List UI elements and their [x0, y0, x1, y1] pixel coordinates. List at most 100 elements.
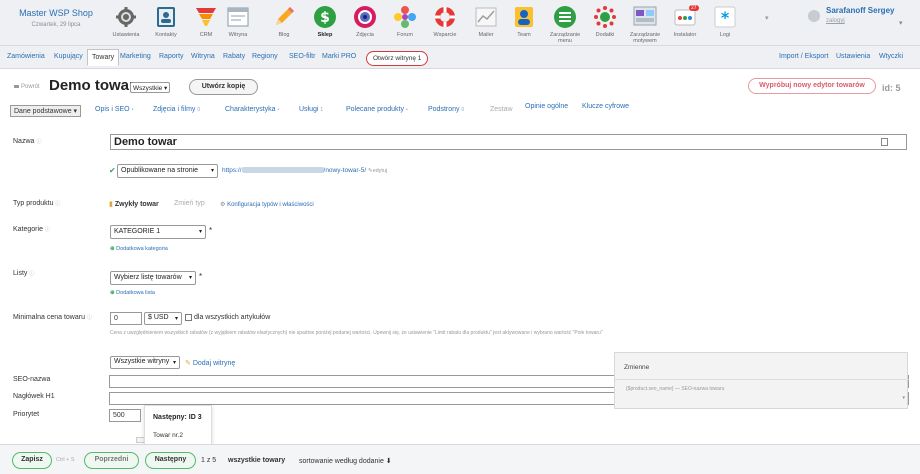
nav-regiony[interactable]: Regiony [252, 53, 278, 60]
sort-text[interactable]: sortowanie według dodanie ⬇ [299, 457, 392, 465]
scroll-down-icon[interactable]: ▾ [902, 395, 905, 401]
more-tools-chevron-icon[interactable]: ▾ [765, 14, 769, 22]
type-config-link[interactable]: ⚙ Konfiguracja typów i właściwości [220, 201, 314, 208]
open-store-button[interactable]: Otwórz witrynę 1 [366, 51, 429, 66]
tab-label: Zdjęcia i filmy [153, 106, 196, 113]
add-list-link[interactable]: ⊕ Dodatkowa lista [110, 290, 155, 296]
add-category-link[interactable]: ⊕ Dodatkowa kategoria [110, 246, 168, 252]
avatar[interactable] [808, 10, 820, 22]
tab-count: • [131, 107, 134, 113]
save-shortcut: Ctrl + S [56, 457, 75, 463]
tool-zarzadzanie-motywem[interactable]: Zarządzanie motywem [623, 4, 667, 44]
tool-label: Team [517, 32, 531, 38]
priority-value: 500 [113, 412, 125, 419]
variable-row[interactable]: {$product.seo_name} — SEO-nazwa towaru [626, 386, 724, 392]
shop-brand[interactable]: Master WSP Shop Czwartek, 29 lipca [18, 8, 94, 28]
tab-zdjecia[interactable]: Zdjęcia i filmy 0 [153, 106, 200, 113]
nav-towary[interactable]: Towary [87, 49, 120, 66]
category-select[interactable]: KATEGORIE 1 ▾ [110, 225, 206, 239]
next-button[interactable]: Następny [145, 452, 196, 469]
currency-select[interactable]: $ USD ▾ [144, 312, 182, 325]
nav-zamowienia[interactable]: Zamówienia [7, 53, 45, 60]
tool-wsparcie[interactable]: Wsparcie [423, 4, 467, 38]
edit-url-link[interactable]: ✎edytuj [368, 168, 387, 174]
storefront-scope-select[interactable]: Wszystkie ▾ [130, 82, 171, 93]
tab-label: Podstrony [428, 106, 460, 113]
shop-name[interactable]: Master WSP Shop [18, 8, 94, 18]
nav-wtyczki[interactable]: Wtyczki [879, 53, 903, 60]
tool-kontakty[interactable]: Kontakty [144, 4, 188, 38]
tool-label: Ustawienia [112, 32, 140, 38]
nav-marki-pro[interactable]: Marki PRO [322, 53, 356, 60]
tool-ustawienia[interactable]: Ustawienia [104, 4, 148, 38]
tab-klucze[interactable]: Klucze cyfrowe [582, 103, 629, 110]
priority-input[interactable]: 500 [109, 409, 141, 422]
tool-witryna[interactable]: Witryna [216, 4, 260, 38]
current-date: Czwartek, 29 lipca [31, 22, 81, 28]
publish-status-select[interactable]: Opublikowane na stronie ▾ [117, 164, 218, 178]
nav-kupujacy[interactable]: Kupujący [54, 53, 83, 60]
add-storefront-link[interactable]: ✎ Dodaj witrynę [185, 359, 235, 367]
nav-import-export[interactable]: Import / Eksport [779, 53, 828, 60]
minprice-input[interactable]: 0 [110, 312, 142, 325]
nav-raporty[interactable]: Raporty [159, 53, 184, 60]
add-list-label: Dodatkowa lista [116, 290, 155, 296]
tool-team[interactable]: Team [502, 4, 546, 38]
nav-rabaty[interactable]: Rabaty [223, 53, 245, 60]
tab-podstrony[interactable]: Podstrony 0 [428, 106, 464, 113]
tool-dodatki[interactable]: Dodatki [583, 4, 627, 38]
minprice-label: Minimalna cena towaru ⓘ [13, 314, 92, 321]
svg-text:*: * [721, 8, 730, 27]
nav-marketing[interactable]: Marketing [120, 53, 151, 60]
tool-zdjecia[interactable]: Zdjęcia [343, 4, 387, 38]
save-button[interactable]: Zapisz [12, 452, 52, 469]
product-url[interactable]: https:// /nowy-towar-5/ ✎edytuj [222, 167, 387, 174]
tool-instalator[interactable]: 27 Instalator [663, 4, 707, 38]
copy-product-button[interactable]: Utwórz kopię [189, 79, 258, 95]
name-label-text: Nazwa [13, 138, 35, 145]
footer-bar: Zapisz Ctrl + S Poprzedni Następny 1 z 5… [0, 444, 920, 474]
try-new-editor-button[interactable]: Wypróbuj nowy edytor towarów [748, 78, 876, 94]
tab-dane-podstawowe[interactable]: Dane podstawowe ▾ [10, 105, 82, 117]
tool-zarzadzanie-menu[interactable]: Zarządzanie menu [543, 4, 587, 44]
tab-opis-seo[interactable]: Opis i SEO • [95, 106, 133, 113]
change-type-link[interactable]: Zmień typ [174, 200, 205, 207]
tab-uslugi[interactable]: Usługi 1 [299, 106, 323, 113]
storefront-select[interactable]: Wszystkie witryny ▾ [110, 356, 180, 369]
back-label: Powrót [21, 84, 40, 90]
tab-polecane[interactable]: Polecane produkty • [346, 106, 408, 113]
nav-witryna[interactable]: Witryna [191, 53, 215, 60]
top-toolbar: Master WSP Shop Czwartek, 29 lipca Ustaw… [0, 0, 920, 46]
list-select[interactable]: Wybierz listę towarów ▾ [110, 271, 196, 285]
storefront-value: Wszystkie witryny [114, 358, 170, 365]
tool-forum[interactable]: Forum [383, 4, 427, 38]
pencil-icon: ✎ [185, 360, 191, 367]
name-label: Nazwa ⓘ [13, 138, 41, 145]
tool-label: Wsparcie [433, 32, 457, 38]
user-name[interactable]: Sarafanoff Sergey [826, 6, 894, 15]
tab-charakterystyka[interactable]: Charakterystyka • [225, 106, 279, 113]
tool-logi[interactable]: * Logi [703, 4, 747, 38]
back-arrow-icon [14, 84, 19, 88]
edit-url-label: edytuj [372, 168, 388, 174]
expand-icon[interactable] [881, 138, 888, 146]
priority-label: Priorytet [13, 411, 40, 418]
type-config-label: Konfiguracja typów i właściwości [227, 202, 314, 208]
nav-ustawienia[interactable]: Ustawienia [836, 53, 870, 60]
tool-sklep[interactable]: $ Sklep [303, 4, 347, 38]
tool-blog[interactable]: Blog [262, 4, 306, 38]
user-link[interactable]: zalogyj [826, 18, 845, 24]
tab-opinie[interactable]: Opinie ogólne [525, 103, 568, 110]
add-storefront-label: Dodaj witrynę [192, 360, 236, 367]
back-link[interactable]: Powrót [14, 84, 40, 90]
lists-label: Listy ⓘ [13, 270, 34, 277]
required-mark: * [199, 272, 203, 281]
filter-text[interactable]: wszystkie towary [228, 457, 285, 464]
previous-button[interactable]: Poprzedni [84, 452, 139, 469]
all-items-checkbox[interactable] [185, 314, 192, 321]
user-menu-chevron-icon[interactable]: ▾ [899, 19, 903, 27]
nav-seo-filtr[interactable]: SEO-filtr [289, 53, 315, 60]
box-icon: ▮ [109, 201, 113, 208]
tab-zestaw[interactable]: Zestaw [490, 106, 513, 113]
name-input[interactable]: Demo towar [110, 134, 907, 150]
